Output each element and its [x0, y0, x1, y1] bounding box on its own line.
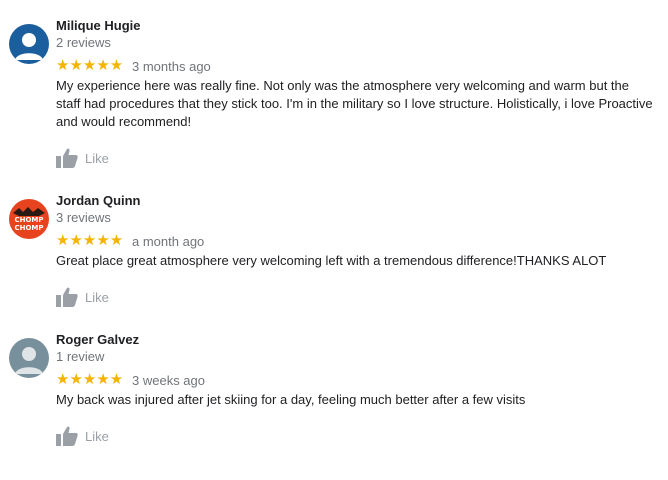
review-text: My experience here was really fine. Not …: [56, 78, 653, 129]
like-button[interactable]: Like: [56, 148, 109, 168]
like-button[interactable]: Like: [56, 287, 109, 307]
thumbs-up-icon: [56, 148, 78, 168]
star-rating: ★★★★★: [56, 57, 124, 74]
like-label: Like: [85, 150, 109, 166]
review-date: a month ago: [132, 234, 205, 249]
review-count: 3 reviews: [56, 210, 111, 225]
star-rating: ★★★★★: [56, 232, 124, 249]
reviewer-name[interactable]: Roger Galvez: [56, 332, 139, 347]
avatar[interactable]: [9, 24, 49, 64]
svg-text:CHOMP: CHOMP: [14, 224, 43, 232]
review-date: 3 months ago: [132, 59, 211, 74]
user-avatar-icon: [9, 338, 49, 378]
avatar[interactable]: CHOMP CHOMP: [9, 199, 49, 239]
user-avatar-icon: [9, 24, 49, 64]
review-date: 3 weeks ago: [132, 373, 205, 388]
chomp-logo-avatar-icon: CHOMP CHOMP: [9, 199, 49, 239]
reviewer-name[interactable]: Jordan Quinn: [56, 193, 141, 208]
review-text: Great place great atmosphere very welcom…: [56, 253, 607, 268]
thumbs-up-icon: [56, 426, 78, 446]
like-button[interactable]: Like: [56, 426, 109, 446]
reviewer-name[interactable]: Milique Hugie: [56, 18, 141, 33]
thumbs-up-icon: [56, 287, 78, 307]
review-count: 2 reviews: [56, 35, 111, 50]
review-count: 1 review: [56, 349, 105, 364]
like-label: Like: [85, 289, 109, 305]
review-text: My back was injured after jet skiing for…: [56, 392, 526, 407]
like-label: Like: [85, 428, 109, 444]
star-rating: ★★★★★: [56, 371, 124, 388]
avatar[interactable]: [9, 338, 49, 378]
svg-text:CHOMP: CHOMP: [14, 216, 43, 224]
